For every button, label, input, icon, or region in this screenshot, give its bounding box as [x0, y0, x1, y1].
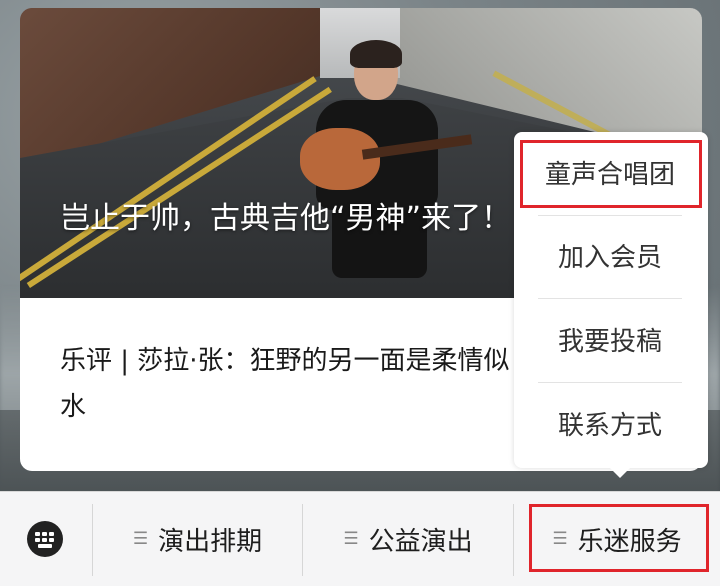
guitarist-hair: [350, 40, 402, 68]
tab-label: 公益演出: [368, 526, 473, 557]
menu-lines-icon: ☰: [343, 528, 359, 549]
tab-charity-performance[interactable]: ☰ 公益演出: [303, 492, 513, 586]
article-title: 岂止于帅，古典吉他“男神”来了！: [60, 201, 512, 236]
tab-fan-service[interactable]: ☰ 乐迷服务: [514, 492, 720, 586]
guitarist-figure: [292, 38, 473, 278]
keyboard-toggle-button[interactable]: ︿: [10, 506, 80, 572]
tab-label: 演出排期: [158, 526, 263, 557]
popup-item-join-member[interactable]: 加入会员: [538, 214, 682, 296]
popup-item-contact[interactable]: 联系方式: [538, 382, 682, 464]
highlight-box: [529, 504, 709, 572]
menu-lines-icon: ☰: [132, 528, 149, 549]
keyboard-icon: [27, 521, 63, 557]
tab-performance-schedule[interactable]: ☰ 演出排期: [93, 492, 302, 586]
article-summary[interactable]: 乐评 | 莎拉·张：狂野的另一面是柔情似水: [60, 338, 520, 430]
guitar-body: [300, 128, 380, 190]
service-popup-menu: 童声合唱团 加入会员 我要投稿 联系方式: [514, 132, 708, 478]
highlight-box: [520, 140, 702, 208]
bottom-menu-bar: ︿ ☰ 演出排期 ☰ 公益演出 ☰ 乐迷服务: [0, 491, 720, 586]
popup-item-submit[interactable]: 我要投稿: [538, 298, 682, 380]
